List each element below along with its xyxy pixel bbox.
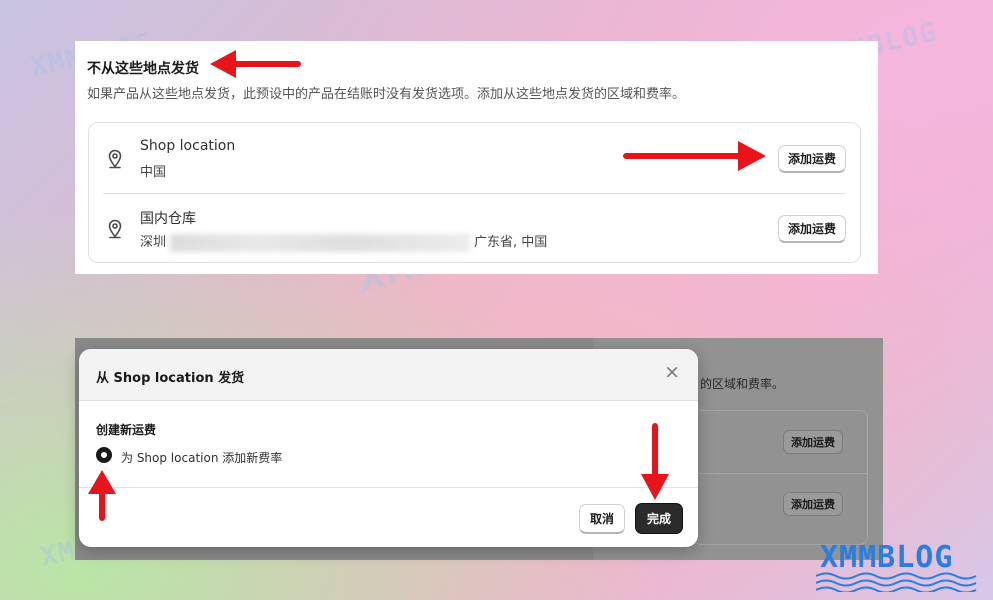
redacted-address-blur bbox=[170, 233, 471, 252]
done-button[interactable]: 完成 bbox=[635, 503, 684, 534]
address-suffix: 广东省, 中国 bbox=[474, 235, 548, 250]
add-shipping-rate-button[interactable]: 添加运费 bbox=[777, 145, 846, 173]
ship-from-location-modal: 从 Shop location 发货 × 创建新运费 为 Shop locati… bbox=[79, 349, 698, 547]
add-shipping-rate-button[interactable]: 添加运费 bbox=[783, 492, 843, 516]
map-pin-icon bbox=[108, 149, 122, 169]
background-locations-card bbox=[693, 410, 868, 545]
close-icon[interactable]: × bbox=[664, 363, 680, 382]
not-shipping-from-locations-panel: 不从这些地点发货 如果产品从这些地点发货，此预设中的产品在结账时没有发货选项。添… bbox=[75, 41, 878, 274]
map-pin-icon bbox=[108, 219, 122, 239]
location-name: 国内仓库 bbox=[140, 211, 196, 227]
add-shipping-rate-button[interactable]: 添加运费 bbox=[777, 215, 846, 243]
background-description: 的区域和费率。 bbox=[700, 377, 785, 391]
add-rate-radio-label[interactable]: 为 Shop location 添加新费率 bbox=[121, 449, 282, 466]
modal-title: 从 Shop location 发货 bbox=[96, 371, 245, 386]
locations-card: Shop location 中国 添加运费 国内仓库 深圳 广东省, 中国 添加运… bbox=[88, 122, 861, 263]
modal-footer-divider bbox=[79, 487, 698, 488]
create-new-rate-label: 创建新运费 bbox=[96, 423, 157, 437]
add-rate-radio[interactable] bbox=[96, 447, 112, 463]
brand-waves bbox=[816, 572, 977, 592]
section-description: 如果产品从这些地点发货，此预设中的产品在结账时没有发货选项。添加从这些地点发货的… bbox=[87, 87, 686, 102]
location-row: Shop location 中国 添加运费 bbox=[89, 123, 860, 193]
location-address: 中国 bbox=[140, 165, 167, 180]
location-address: 深圳 广东省, 中国 bbox=[140, 231, 547, 252]
add-shipping-rate-button[interactable]: 添加运费 bbox=[783, 430, 843, 454]
cancel-button[interactable]: 取消 bbox=[579, 504, 626, 534]
address-prefix: 深圳 bbox=[140, 235, 167, 250]
section-title: 不从这些地点发货 bbox=[87, 61, 199, 77]
location-row: 国内仓库 深圳 广东省, 中国 添加运费 bbox=[89, 193, 860, 263]
location-name: Shop location bbox=[140, 138, 236, 154]
modal-header: 从 Shop location 发货 × bbox=[79, 349, 698, 401]
